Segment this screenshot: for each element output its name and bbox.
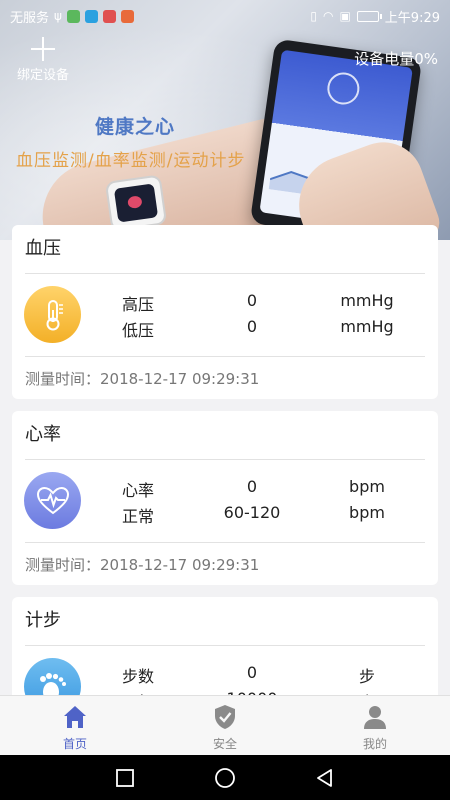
usb-icon: ψ [54, 9, 62, 23]
plus-icon [30, 36, 56, 62]
tab-label: 我的 [362, 737, 387, 751]
home-icon [64, 706, 86, 728]
heart-rate-card[interactable]: 心率 心率 0 bpm 正常 60-120 bpm 测量时间：2018-12-1… [12, 411, 438, 585]
tab-home[interactable]: 首页 [0, 696, 150, 755]
bind-device-button[interactable]: 绑定设备 [12, 36, 74, 83]
telegram-notification-icon [84, 9, 98, 23]
recent-apps-icon [116, 768, 134, 787]
banner-subslogan: 血压监测/血率监测/运动计步 [16, 151, 246, 171]
blood-pressure-card[interactable]: 血压 高压 0 mmHg 低压 0 mmHg 测量时间：2018-12-17 0… [12, 225, 438, 399]
system-nav-bar [0, 755, 450, 800]
tab-label: 首页 [62, 737, 87, 751]
step-count-row: 步数 0 步 [122, 663, 375, 686]
heart-rate-row: 心率 0 bpm [122, 477, 385, 500]
bottom-tab-bar: 首页 安全 我的 [0, 695, 450, 755]
measure-time: 测量时间：2018-12-17 09:29:31 [25, 370, 260, 388]
tab-mine[interactable]: 我的 [300, 696, 450, 755]
back-icon [317, 768, 332, 787]
measure-time: 测量时间：2018-12-17 09:29:31 [25, 556, 260, 574]
tab-security[interactable]: 安全 [150, 696, 300, 755]
battery-icon [356, 10, 382, 22]
card-title: 计步 [25, 610, 61, 631]
recent-apps-button[interactable] [75, 768, 175, 788]
vibrate-icon: ▯ [310, 9, 317, 23]
shield-check-icon [215, 705, 235, 729]
clock: 上午9:29 [384, 10, 440, 26]
carrier-label: 无服务 [10, 10, 50, 26]
back-nav-button[interactable] [275, 768, 375, 788]
map-notification-icon [120, 9, 134, 23]
tab-label: 安全 [212, 737, 237, 751]
card-title: 心率 [25, 424, 61, 445]
header-banner: 绑定设备 设备电量0% 健康之心 血压监测/血率监测/运动计步 [0, 0, 450, 240]
wifi-icon: ◠ [322, 9, 334, 23]
status-bar: 无服务 ψ ▯ ◠ ▣ 上午9:29 [0, 0, 450, 32]
banner-watch-image [104, 174, 168, 232]
diastolic-row: 低压 0 mmHg [122, 317, 394, 340]
home-nav-button[interactable] [175, 767, 275, 789]
app-notification-icon [66, 9, 80, 23]
play-notification-icon [102, 9, 116, 23]
sim-icon: ▣ [339, 9, 351, 23]
home-circle-icon [215, 767, 235, 788]
scroll-content[interactable]: 血压 高压 0 mmHg 低压 0 mmHg 测量时间：2018-12-17 0… [0, 225, 450, 695]
normal-range-row: 正常 60-120 bpm [122, 503, 385, 526]
card-title: 血压 [25, 238, 61, 259]
systolic-row: 高压 0 mmHg [122, 291, 394, 314]
steps-card[interactable]: 计步 步数 0 步 目标 10000 步 [12, 597, 438, 695]
device-battery-label: 设备电量0% [354, 50, 438, 68]
person-icon [364, 706, 386, 729]
bind-device-label: 绑定设备 [16, 68, 69, 83]
banner-slogan: 健康之心 [95, 116, 176, 138]
